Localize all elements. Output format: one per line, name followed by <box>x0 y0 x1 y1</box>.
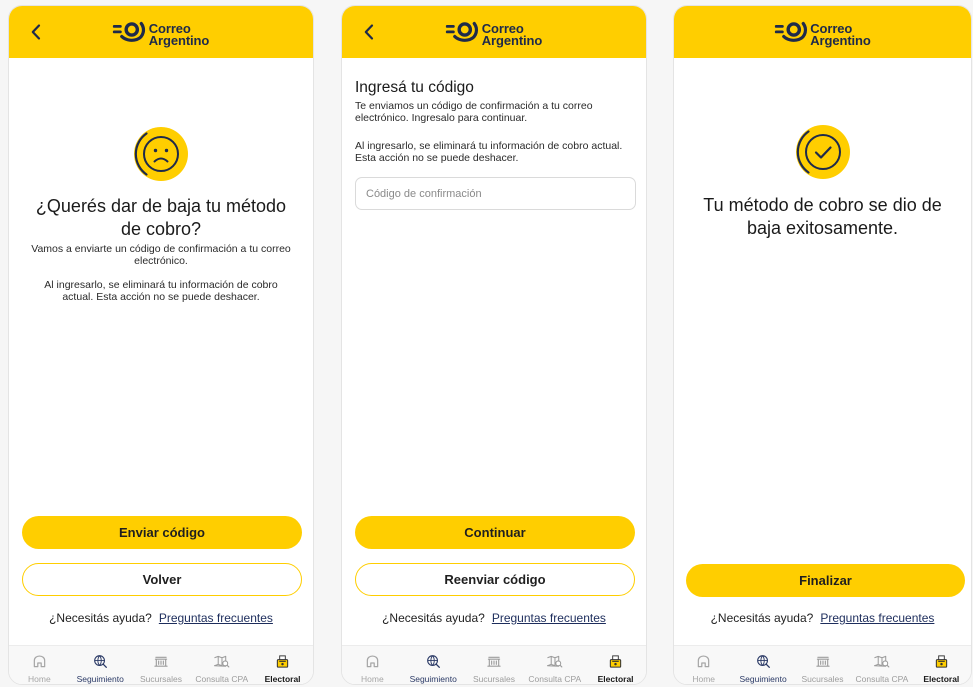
nav-item-label: Electoral <box>597 674 634 684</box>
finish-button[interactable]: Finalizar <box>686 564 965 597</box>
back-button[interactable] <box>359 22 379 42</box>
resend-code-button[interactable]: Reenviar código <box>355 563 635 596</box>
confirmation-code-input[interactable] <box>355 177 636 210</box>
brand-logo: Correo Argentino <box>445 20 543 49</box>
nav-item-electoral[interactable]: Electoral <box>252 646 313 684</box>
nav-item-electoral[interactable]: Electoral <box>585 646 646 684</box>
help-question: ¿Necesitás ayuda? <box>382 611 485 625</box>
brand-name: Correo Argentino <box>810 22 871 48</box>
nav-item-label: Seguimiento <box>409 674 457 684</box>
tracking-icon <box>756 654 771 669</box>
nav-item-electoral[interactable]: Electoral <box>912 646 971 684</box>
nav-item-label: Seguimiento <box>739 674 787 684</box>
help-row: ¿Necesitás ayuda? Preguntas frecuentes <box>342 611 646 625</box>
warning-text: Al ingresarlo, se eliminará tu informaci… <box>44 279 278 303</box>
brand-line-2: Argentino <box>810 32 871 48</box>
nav-item-label: Home <box>28 674 51 684</box>
app-header: Correo Argentino <box>9 6 313 58</box>
home-icon <box>696 654 711 669</box>
nav-item-label: Consulta CPA <box>528 674 582 684</box>
nav-item-home[interactable]: Home <box>342 646 403 684</box>
brand-logo: Correo Argentino <box>774 20 871 49</box>
nav-item-consulta-cpa[interactable]: Consulta CPA <box>852 646 911 684</box>
app-header: Correo Argentino <box>342 6 646 58</box>
nav-item-label: Consulta CPA <box>195 674 249 684</box>
nav-item-label: Home <box>361 674 384 684</box>
brand-line-2: Argentino <box>148 32 210 48</box>
nav-item-sucursales[interactable]: Sucursales <box>131 646 192 684</box>
screen-enter-code: Correo Argentino Ingresá tu código Te en… <box>341 5 647 685</box>
help-row: ¿Necesitás ayuda? Preguntas frecuentes <box>674 611 971 625</box>
brand-name: Correo Argentino <box>481 22 543 48</box>
correo-argentino-logo-icon <box>774 20 808 49</box>
app-header: Correo Argentino <box>674 6 971 58</box>
nav-item-label: Home <box>692 674 716 684</box>
description-text: Vamos a enviarte un código de confirmaci… <box>31 243 291 267</box>
nav-item-label: Seguimiento <box>76 674 124 684</box>
nav-item-label: Consulta CPA <box>855 674 909 684</box>
ballot-box-icon <box>934 654 949 669</box>
ballot-box-icon <box>608 654 623 669</box>
back-secondary-button[interactable]: Volver <box>22 563 302 596</box>
warning-text: Al ingresarlo, se eliminará tu informaci… <box>355 140 623 164</box>
brand-name: Correo Argentino <box>148 22 210 48</box>
faq-link[interactable]: Preguntas frecuentes <box>492 611 606 625</box>
faq-link[interactable]: Preguntas frecuentes <box>820 611 934 625</box>
back-button[interactable] <box>26 22 46 42</box>
nav-item-label: Sucursales <box>801 674 844 684</box>
nav-item-label: Electoral <box>264 674 301 684</box>
nav-item-label: Sucursales <box>472 674 516 684</box>
help-row: ¿Necesitás ayuda? Preguntas frecuentes <box>9 611 313 625</box>
bottom-nav: Home Seguimiento Sucursales Consulta CPA… <box>9 645 313 684</box>
bottom-nav: Home Seguimiento Sucursales Consulta CPA… <box>674 645 971 684</box>
home-icon <box>32 654 47 669</box>
map-icon <box>546 654 563 669</box>
continue-button[interactable]: Continuar <box>355 516 635 549</box>
map-icon <box>213 654 230 669</box>
page-title: Tu método de cobro se dio de baja exitos… <box>703 195 942 238</box>
send-code-button[interactable]: Enviar código <box>22 516 302 549</box>
building-icon <box>486 654 502 669</box>
correo-argentino-logo-icon <box>112 20 147 49</box>
sad-face-icon <box>134 127 188 181</box>
screen-confirm-unsubscribe: Correo Argentino ¿Querés dar de baja tu … <box>8 5 314 685</box>
bottom-nav: Home Seguimiento Sucursales Consulta CPA… <box>342 645 646 684</box>
building-icon <box>153 654 169 669</box>
ballot-box-icon <box>275 654 290 669</box>
building-icon <box>815 654 831 669</box>
check-circle-icon <box>795 125 850 179</box>
nav-item-consulta-cpa[interactable]: Consulta CPA <box>191 646 252 684</box>
map-icon <box>873 654 890 669</box>
tracking-icon <box>426 654 441 669</box>
help-question: ¿Necesitás ayuda? <box>49 611 152 625</box>
correo-argentino-logo-icon <box>445 20 480 49</box>
faq-link[interactable]: Preguntas frecuentes <box>159 611 273 625</box>
screen-unsubscribe-success: Correo Argentino Tu método de cobro se d… <box>673 5 972 685</box>
page-title: ¿Querés dar de baja tu método de cobro? <box>35 196 287 239</box>
home-icon <box>365 654 380 669</box>
nav-item-seguimiento[interactable]: Seguimiento <box>733 646 792 684</box>
nav-item-home[interactable]: Home <box>674 646 733 684</box>
tracking-icon <box>93 654 108 669</box>
nav-item-sucursales[interactable]: Sucursales <box>464 646 525 684</box>
nav-item-label: Sucursales <box>139 674 183 684</box>
nav-item-seguimiento[interactable]: Seguimiento <box>70 646 131 684</box>
help-question: ¿Necesitás ayuda? <box>710 611 814 625</box>
nav-item-consulta-cpa[interactable]: Consulta CPA <box>524 646 585 684</box>
brand-logo: Correo Argentino <box>112 20 210 49</box>
nav-item-home[interactable]: Home <box>9 646 70 684</box>
page-title: Ingresá tu código <box>355 79 474 96</box>
description-text: Te enviamos un código de confirmación a … <box>355 100 593 124</box>
nav-item-seguimiento[interactable]: Seguimiento <box>403 646 464 684</box>
brand-line-2: Argentino <box>481 32 543 48</box>
nav-item-label: Electoral <box>923 674 960 684</box>
nav-item-sucursales[interactable]: Sucursales <box>793 646 852 684</box>
chevron-left-icon <box>31 24 41 40</box>
chevron-left-icon <box>364 24 374 40</box>
